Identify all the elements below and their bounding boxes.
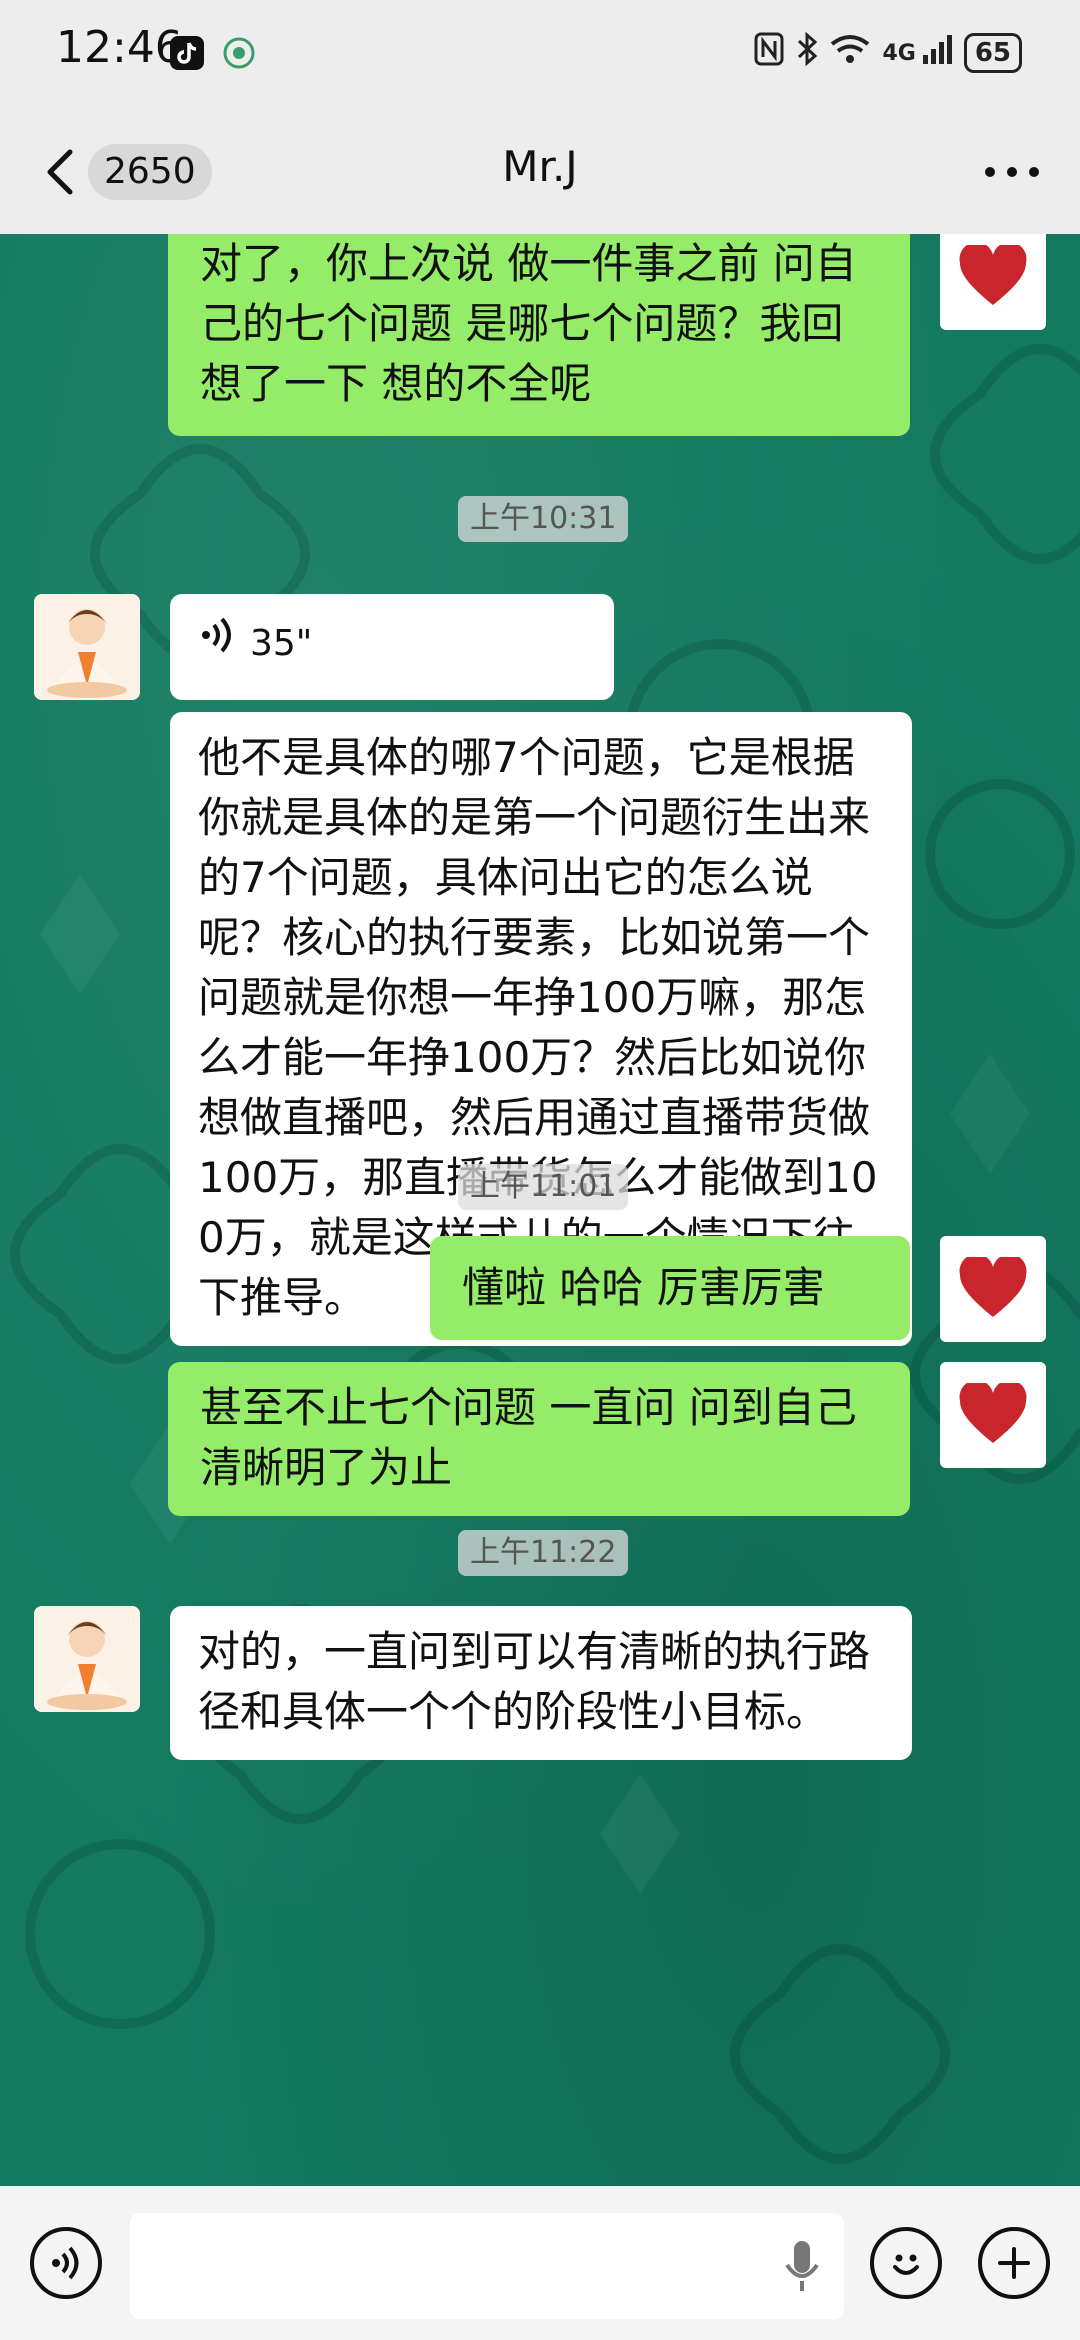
bluetooth-icon bbox=[796, 31, 818, 75]
voice-duration: 35" bbox=[250, 623, 313, 664]
back-icon[interactable] bbox=[40, 144, 84, 200]
network-type: 4G bbox=[882, 40, 916, 66]
tiktok-icon bbox=[170, 36, 204, 70]
wifi-icon bbox=[830, 33, 870, 73]
message-bubble-incoming[interactable]: 对的，一直问到可以有清晰的执行路径和具体一个个的阶段性小目标。 bbox=[170, 1606, 912, 1760]
emoji-icon[interactable] bbox=[870, 2227, 942, 2299]
status-time: 12:46 bbox=[56, 22, 183, 73]
message-text: 甚至不止七个问题 一直问 问到自己清晰明了为止 bbox=[200, 1383, 857, 1492]
message-text: 对了，你上次说 做一件事之前 问自己的七个问题 是哪七个问题？我回想了一下 想的… bbox=[200, 239, 857, 408]
message-input-bar bbox=[0, 2186, 1080, 2340]
status-indicators: 4G 65 bbox=[754, 28, 1022, 78]
timestamp: 上午11:22 bbox=[458, 1530, 629, 1576]
message-bubble-outgoing[interactable]: 甚至不止七个问题 一直问 问到自己清晰明了为止 bbox=[168, 1362, 910, 1516]
battery-indicator: 65 bbox=[963, 33, 1022, 73]
voice-icon[interactable] bbox=[30, 2227, 102, 2299]
message-bubble-outgoing[interactable]: 懂啦 哈哈 厉害厉害 bbox=[430, 1236, 910, 1340]
own-avatar-heart-icon[interactable] bbox=[940, 234, 1046, 330]
plus-icon[interactable] bbox=[978, 2227, 1050, 2299]
chat-message-list[interactable]: 对了，你上次说 做一件事之前 问自己的七个问题 是哪七个问题？我回想了一下 想的… bbox=[0, 234, 1080, 2186]
more-icon[interactable] bbox=[982, 164, 1042, 178]
message-text: 对的，一直问到可以有清晰的执行路径和具体一个个的阶段性小目标。 bbox=[198, 1627, 871, 1736]
app-notification-icon bbox=[222, 36, 256, 70]
message-text: 懂啦 哈哈 厉害厉害 bbox=[462, 1263, 825, 1312]
timestamp: 上午10:31 bbox=[458, 496, 629, 542]
signal-icon bbox=[922, 33, 952, 73]
nfc-icon bbox=[754, 32, 784, 74]
message-input-field[interactable] bbox=[130, 2213, 844, 2319]
message-bubble-outgoing[interactable]: 对了，你上次说 做一件事之前 问自己的七个问题 是哪七个问题？我回想了一下 想的… bbox=[168, 234, 910, 436]
own-avatar-heart-icon[interactable] bbox=[940, 1236, 1046, 1342]
mic-icon[interactable] bbox=[784, 2239, 820, 2295]
contact-avatar[interactable] bbox=[34, 1606, 140, 1712]
voice-message-bubble[interactable]: 35" bbox=[170, 594, 614, 700]
unread-count-badge[interactable]: 2650 bbox=[88, 144, 212, 200]
own-avatar-heart-icon[interactable] bbox=[940, 1362, 1046, 1468]
chat-header: Mr.J 2650 bbox=[0, 110, 1080, 234]
contact-avatar[interactable] bbox=[34, 594, 140, 700]
status-bar: 12:46 4G 65 bbox=[0, 0, 1080, 110]
timestamp: 上午11:01 bbox=[458, 1164, 629, 1210]
voice-wave-icon bbox=[200, 614, 236, 674]
